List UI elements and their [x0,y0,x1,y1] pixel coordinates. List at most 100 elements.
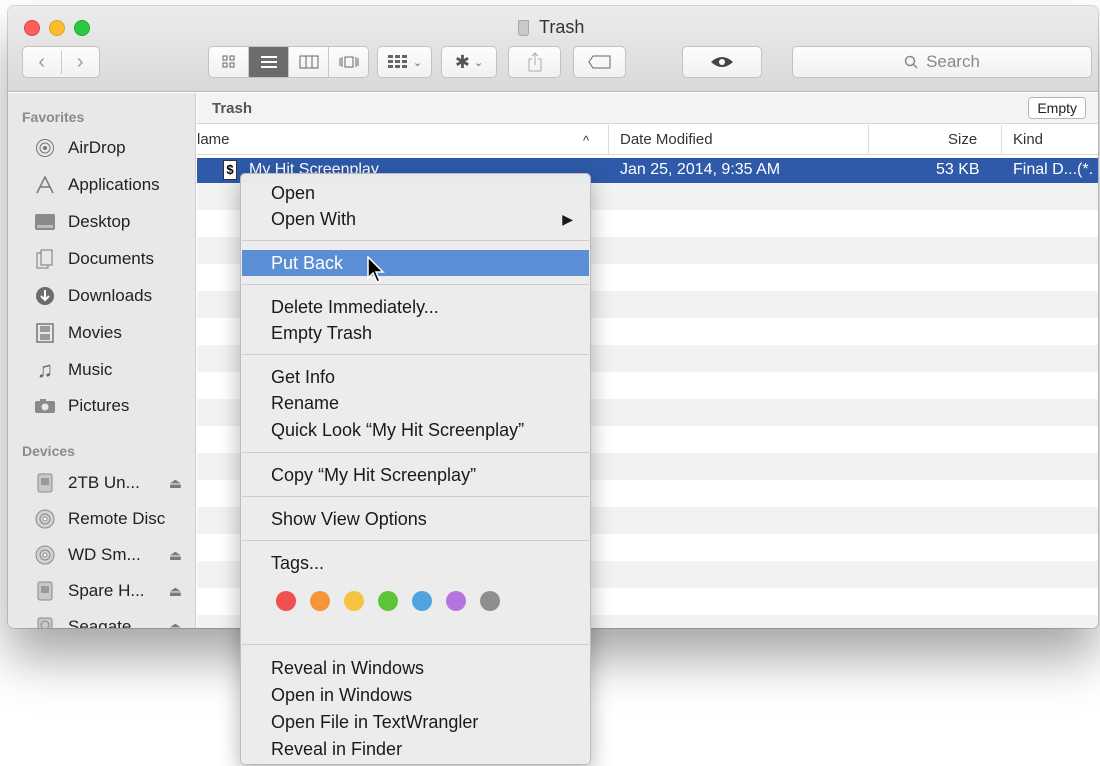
gear-icon: ✱ [454,51,470,72]
view-mode-buttons [208,46,369,78]
list-view-button[interactable] [248,47,288,77]
title-bar: Trash ‹ › ⌄ ✱ ⌄ Search [8,6,1098,92]
location-bar: Trash Empty [197,93,1098,124]
search-field[interactable]: Search [792,46,1092,78]
column-header-date-modified[interactable]: Date Modified [620,131,713,148]
menu-item-delete-immediately[interactable]: Delete Immediately... [242,294,589,320]
menu-item-show-view-options[interactable]: Show View Options [242,506,589,532]
column-header-kind[interactable]: Kind [1013,131,1043,148]
music-icon: ♫ [36,357,54,382]
eject-icon[interactable]: ⏏ [169,475,182,492]
file-date-modified: Jan 25, 2014, 9:35 AM [620,161,781,178]
tag-color-dot[interactable] [378,591,398,611]
disc-icon [32,508,58,530]
sidebar-item-pictures[interactable]: Pictures [32,391,192,421]
eject-icon[interactable]: ⏏ [169,547,182,564]
share-button[interactable] [508,46,561,78]
column-view-button[interactable] [288,47,328,77]
tag-color-dot[interactable] [310,591,330,611]
tag-color-dot[interactable] [276,591,296,611]
maximize-window-button[interactable] [74,20,90,36]
tag-color-dot[interactable] [412,591,432,611]
sidebar-item-spare-drive[interactable]: Spare H... ⏏ [32,576,192,606]
menu-separator [242,240,589,241]
documents-icon [32,248,58,270]
hard-drive-icon [32,580,58,602]
sidebar-item-music[interactable]: ♫ Music [32,355,192,385]
column-headers: lame ^ Date Modified Size Kind [197,125,1098,155]
sidebar-item-wd-drive[interactable]: WD Sm... ⏏ [32,540,192,570]
column-header-name[interactable]: lame [197,131,230,148]
column-divider[interactable] [868,125,869,155]
sidebar-item-desktop[interactable]: Desktop [32,207,192,237]
movies-icon [32,322,58,344]
sidebar-item-downloads[interactable]: Downloads [32,281,192,311]
arrange-button[interactable]: ⌄ [377,46,432,78]
column-divider[interactable] [1001,125,1002,155]
sidebar-item-label: 2TB Un... [68,473,140,492]
devices-heading: Devices [22,443,75,459]
sidebar-item-movies[interactable]: Movies [32,318,192,348]
menu-item-tags[interactable]: Tags... [242,550,589,576]
sidebar-item-label: Pictures [68,396,130,415]
arrange-icon [387,55,407,68]
desktop-icon [32,211,58,233]
menu-separator [242,644,589,645]
menu-item-reveal-in-windows[interactable]: Reveal in Windows [242,655,589,681]
empty-trash-button[interactable]: Empty [1028,97,1086,119]
hard-drive-icon [32,616,58,628]
menu-item-open-with[interactable]: Open With ▶ [242,206,589,232]
icon-view-button[interactable] [209,47,248,77]
menu-separator [242,284,589,285]
sidebar-item-label: WD Sm... [68,545,141,564]
airdrop-icon [32,137,58,159]
back-button[interactable]: ‹ [23,51,61,74]
menu-item-label: Open With [271,209,357,229]
menu-item-put-back[interactable]: Put Back [242,250,589,276]
sidebar-item-2tb-drive[interactable]: 2TB Un... ⏏ [32,468,192,498]
sidebar-item-airdrop[interactable]: AirDrop [32,133,192,163]
sidebar-item-applications[interactable]: Applications [32,170,192,200]
submenu-arrow-icon: ▶ [562,211,573,227]
menu-item-get-info[interactable]: Get Info [242,364,589,390]
sidebar-item-label: Downloads [68,286,153,305]
eject-icon[interactable]: ⏏ [169,619,182,629]
screenplay-file-icon: $ [223,160,237,180]
sidebar-item-label: AirDrop [68,138,126,157]
eye-icon [711,57,733,67]
quick-look-button[interactable] [682,46,762,78]
trash-icon [518,19,529,36]
applications-icon [32,174,58,196]
menu-item-rename[interactable]: Rename [242,390,589,416]
column-divider[interactable] [608,125,609,155]
close-window-button[interactable] [24,20,40,36]
sidebar-item-label: Applications [68,175,160,194]
menu-item-open[interactable]: Open [242,180,589,206]
menu-separator [242,452,589,453]
file-kind: Final D...(*. [1013,161,1094,178]
sidebar-item-remote-disc[interactable]: Remote Disc [32,504,192,534]
sidebar-item-documents[interactable]: Documents [32,244,192,274]
cover-flow-button[interactable] [328,47,368,77]
menu-item-reveal-in-finder[interactable]: Reveal in Finder [242,736,589,762]
menu-item-copy[interactable]: Copy “My Hit Screenplay” [242,462,589,488]
context-menu: Open Open With ▶ Put Back Delete Immedia… [240,173,591,765]
column-header-size[interactable]: Size [948,131,977,148]
menu-item-open-in-windows[interactable]: Open in Windows [242,682,589,708]
edit-tags-button[interactable] [573,46,626,78]
minimize-window-button[interactable] [49,20,65,36]
eject-icon[interactable]: ⏏ [169,583,182,600]
menu-item-quick-look[interactable]: Quick Look “My Hit Screenplay” [242,417,589,443]
menu-item-open-in-textwrangler[interactable]: Open File in TextWrangler [242,709,589,735]
favorites-heading: Favorites [22,109,85,125]
search-placeholder: Search [926,52,980,71]
sidebar-item-seagate-drive[interactable]: Seagate... ⏏ [32,612,192,628]
action-button[interactable]: ✱ ⌄ [441,46,497,78]
tag-color-dot[interactable] [446,591,466,611]
menu-separator [242,540,589,541]
downloads-icon [32,285,58,307]
tag-color-dot[interactable] [480,591,500,611]
forward-button[interactable]: › [60,50,100,74]
tag-color-dot[interactable] [344,591,364,611]
menu-item-empty-trash[interactable]: Empty Trash [242,320,589,346]
